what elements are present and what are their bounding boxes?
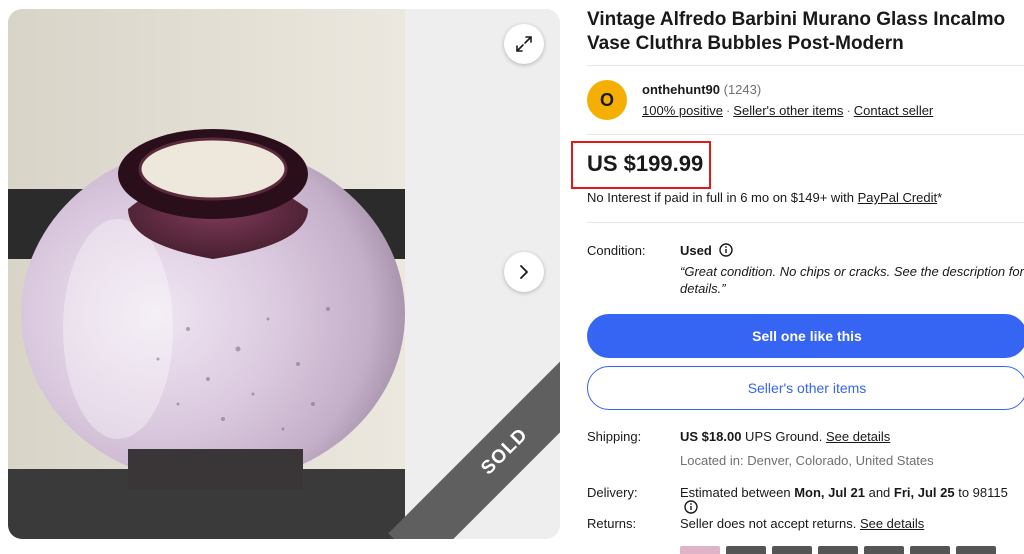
condition-label: Condition: bbox=[587, 243, 646, 258]
payment-methods-row bbox=[680, 546, 996, 554]
price: US $199.99 bbox=[587, 151, 704, 176]
financing-asterisk: * bbox=[937, 190, 943, 205]
payment-method-badge bbox=[818, 546, 858, 554]
returns-details-link[interactable]: See details bbox=[860, 516, 924, 531]
condition-description: “Great condition. No chips or cracks. Se… bbox=[680, 264, 1024, 296]
divider bbox=[587, 222, 1024, 223]
delivery-and: and bbox=[864, 485, 894, 500]
payment-method-badge bbox=[910, 546, 950, 554]
delivery-start: Mon, Jul 21 bbox=[794, 485, 865, 500]
seller-other-items-link[interactable]: Seller's other items bbox=[733, 103, 843, 118]
returns-value: Seller does not accept returns. See deta… bbox=[680, 516, 924, 531]
expand-icon bbox=[516, 36, 532, 52]
payment-method-badge bbox=[726, 546, 766, 554]
returns-label: Returns: bbox=[587, 516, 637, 531]
financing-text: No Interest if paid in full in 6 mo on $… bbox=[587, 190, 942, 205]
sell-one-like-this-button[interactable]: Sell one like this bbox=[587, 314, 1024, 358]
payment-method-badge bbox=[680, 546, 720, 554]
seller-feedback-count: (1243) bbox=[723, 82, 762, 97]
shipping-service: UPS Ground. bbox=[741, 429, 826, 444]
image-gallery: SOLD bbox=[8, 9, 560, 539]
contact-seller-link[interactable]: Contact seller bbox=[854, 103, 933, 118]
separator: · bbox=[846, 103, 851, 118]
delivery-suffix: to 98115 bbox=[954, 485, 1008, 500]
delivery-value: Estimated between Mon, Jul 21 and Fri, J… bbox=[680, 485, 1024, 515]
financing-label: No Interest if paid in full in 6 mo on $… bbox=[587, 190, 858, 205]
paypal-credit-link[interactable]: PayPal Credit bbox=[858, 190, 937, 205]
shipping-details-link[interactable]: See details bbox=[826, 429, 890, 444]
listing-title: Vintage Alfredo Barbini Murano Glass Inc… bbox=[587, 9, 1006, 54]
divider bbox=[587, 134, 1024, 135]
seller-avatar[interactable]: O bbox=[587, 80, 627, 120]
condition-used: Used bbox=[680, 243, 712, 258]
seller-info: onthehunt90 (1243) bbox=[642, 82, 761, 97]
payment-method-badge bbox=[772, 546, 812, 554]
shipping-label: Shipping: bbox=[587, 429, 642, 444]
condition-value: Used bbox=[680, 243, 734, 258]
info-icon[interactable] bbox=[684, 500, 698, 514]
delivery-end: Fri, Jul 25 bbox=[893, 485, 955, 500]
seller-positive-link[interactable]: 100% positive bbox=[642, 103, 723, 118]
product-photo[interactable] bbox=[8, 9, 405, 539]
expand-button[interactable] bbox=[504, 24, 544, 64]
sold-ribbon: SOLD bbox=[388, 335, 560, 539]
payment-method-badge bbox=[864, 546, 904, 554]
info-icon[interactable] bbox=[719, 243, 734, 257]
seller-links: 100% positive · Seller's other items · Conta… bbox=[642, 103, 933, 118]
vase-image bbox=[8, 9, 405, 539]
separator: · bbox=[725, 103, 731, 118]
divider bbox=[587, 65, 1024, 66]
shipping-value: US $18.00 UPS Ground. See details bbox=[680, 429, 890, 444]
next-image-button[interactable] bbox=[504, 252, 544, 292]
delivery-prefix: Estimated between bbox=[680, 485, 795, 500]
payment-method-badge bbox=[956, 546, 996, 554]
chevron-right-icon bbox=[520, 265, 528, 279]
sellers-other-items-button[interactable]: Seller's other items bbox=[587, 366, 1024, 410]
delivery-label: Delivery: bbox=[587, 485, 638, 500]
returns-text: Seller does not accept returns. bbox=[680, 516, 860, 531]
shipping-cost: US $18.00 bbox=[680, 429, 742, 444]
item-location: Located in: Denver, Colorado, United Sta… bbox=[680, 453, 934, 468]
seller-name[interactable]: onthehunt90 bbox=[642, 82, 720, 97]
